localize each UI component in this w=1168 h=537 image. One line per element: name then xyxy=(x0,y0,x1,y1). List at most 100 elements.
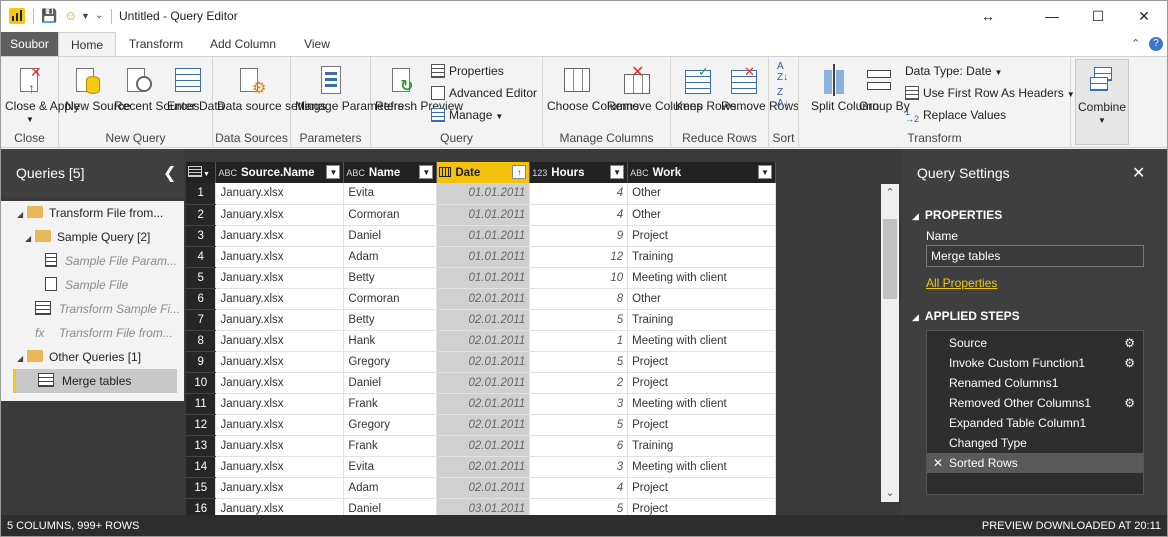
cell-name[interactable]: Betty xyxy=(343,309,438,331)
cell-date[interactable]: 02.01.2011 xyxy=(436,414,531,436)
step-source[interactable]: Source ⚙ xyxy=(927,333,1143,353)
cell-name[interactable]: Betty xyxy=(343,267,438,289)
query-group-other-queries[interactable]: ◢ Other Queries [1] xyxy=(17,345,141,369)
expand-triangle-icon[interactable]: ◢ xyxy=(17,203,27,227)
cell-work[interactable]: Training xyxy=(627,246,776,268)
delete-step-icon[interactable]: ✕ xyxy=(933,453,943,473)
cell-date[interactable]: 02.01.2011 xyxy=(436,435,531,457)
cell-source-name[interactable]: January.xlsx xyxy=(215,309,345,331)
row-number[interactable]: 9 xyxy=(186,351,217,373)
cell-name[interactable]: Frank xyxy=(343,435,438,457)
cell-name[interactable]: Daniel xyxy=(343,225,438,247)
save-icon[interactable]: 💾 xyxy=(41,8,57,24)
cell-source-name[interactable]: January.xlsx xyxy=(215,393,345,415)
cell-hours[interactable]: 4 xyxy=(529,477,629,499)
cell-hours[interactable]: 6 xyxy=(529,435,629,457)
cell-name[interactable]: Evita xyxy=(343,456,438,478)
combine-button[interactable]: Combine ▼ xyxy=(1078,62,1126,132)
row-number[interactable]: 4 xyxy=(186,246,217,268)
column-filter-icon[interactable]: ▼ xyxy=(758,165,772,179)
cell-date[interactable]: 01.01.2011 xyxy=(436,204,531,226)
cell-work[interactable]: Project xyxy=(627,351,776,373)
smiley-feedback-icon[interactable]: ☺ xyxy=(64,8,77,24)
cell-source-name[interactable]: January.xlsx xyxy=(215,414,345,436)
cell-work[interactable]: Project xyxy=(627,225,776,247)
cell-work[interactable]: Meeting with client xyxy=(627,393,776,415)
row-number[interactable]: 14 xyxy=(186,456,217,478)
tab-transform[interactable]: Transform xyxy=(119,32,193,56)
cell-name[interactable]: Adam xyxy=(343,477,438,499)
recent-sources-button[interactable]: Recent Sources xyxy=(114,61,199,131)
cell-work[interactable]: Meeting with client xyxy=(627,330,776,352)
cell-hours[interactable]: 5 xyxy=(529,498,629,515)
cell-work[interactable]: Other xyxy=(627,288,776,310)
table-row[interactable]: 11 January.xlsx Frank 02.01.2011 3 Meeting wi… xyxy=(186,393,776,415)
table-row[interactable]: 3 January.xlsx Daniel 01.01.2011 9 Project xyxy=(186,225,776,247)
smiley-dropdown-icon[interactable]: ▼ xyxy=(81,8,90,24)
advanced-editor-button[interactable]: Advanced Editor xyxy=(431,83,537,103)
scroll-up-icon[interactable]: ⌃ xyxy=(881,184,899,202)
row-number[interactable]: 6 xyxy=(186,288,217,310)
applied-steps-section[interactable]: ◢ APPLIED STEPS xyxy=(912,309,1020,323)
table-row[interactable]: 13 January.xlsx Frank 02.01.2011 6 Training xyxy=(186,435,776,457)
cell-source-name[interactable]: January.xlsx xyxy=(215,435,345,457)
customize-toolbar-icon[interactable]: ⌄ xyxy=(95,8,103,24)
cell-hours[interactable]: 4 xyxy=(529,183,629,205)
column-filter-icon[interactable]: ▼ xyxy=(610,165,625,179)
cell-work[interactable]: Meeting with client xyxy=(627,456,776,478)
cell-date[interactable]: 01.01.2011 xyxy=(436,225,531,247)
properties-section[interactable]: ◢ PROPERTIES xyxy=(912,208,1002,222)
sort-ascending-icon[interactable]: A Z↓ xyxy=(777,61,788,83)
cell-hours[interactable]: 3 xyxy=(529,456,629,478)
keep-rows-button[interactable]: ✓ Keep Rows xyxy=(675,61,736,131)
manage-button[interactable]: Manage ▼ xyxy=(431,105,503,125)
expand-triangle-icon[interactable]: ◢ xyxy=(17,347,27,371)
cell-name[interactable]: Daniel xyxy=(343,372,438,394)
properties-button[interactable]: Properties xyxy=(431,61,504,81)
query-transform-sample-file[interactable]: Transform Sample Fi... xyxy=(35,297,180,321)
manage-parameters-button[interactable]: Manage Parameters xyxy=(295,61,404,131)
cell-name[interactable]: Hank xyxy=(343,330,438,352)
gear-icon[interactable]: ⚙ xyxy=(1124,353,1135,373)
cell-source-name[interactable]: January.xlsx xyxy=(215,330,345,352)
choose-columns-button[interactable]: Choose Columns xyxy=(547,61,639,131)
table-row[interactable]: 10 January.xlsx Daniel 02.01.2011 2 Project xyxy=(186,372,776,394)
table-row[interactable]: 16 January.xlsx Daniel 03.01.2011 5 Project xyxy=(186,498,776,515)
vertical-scrollbar[interactable]: ⌃ ⌄ xyxy=(881,184,899,502)
cell-date[interactable]: 03.01.2011 xyxy=(436,498,531,515)
cell-source-name[interactable]: January.xlsx xyxy=(215,267,345,289)
gear-icon[interactable]: ⚙ xyxy=(1124,333,1135,353)
cell-hours[interactable]: 4 xyxy=(529,204,629,226)
query-sample-file-parameter[interactable]: Sample File Param... xyxy=(45,249,177,273)
column-filter-icon[interactable]: ▼ xyxy=(419,165,434,179)
query-sample-file[interactable]: Sample File xyxy=(45,273,128,297)
cell-work[interactable]: Training xyxy=(627,435,776,457)
cell-name[interactable]: Adam xyxy=(343,246,438,268)
cell-work[interactable]: Project xyxy=(627,498,776,515)
cell-date[interactable]: 02.01.2011 xyxy=(436,330,531,352)
close-settings-icon[interactable]: ✕ xyxy=(1132,163,1145,183)
cell-date[interactable]: 01.01.2011 xyxy=(436,183,531,205)
cell-name[interactable]: Cormoran xyxy=(343,288,438,310)
column-filter-icon[interactable]: ▼ xyxy=(326,165,341,179)
cell-date[interactable]: 02.01.2011 xyxy=(436,351,531,373)
table-row[interactable]: 8 January.xlsx Hank 02.01.2011 1 Meeting with… xyxy=(186,330,776,352)
row-number[interactable]: 12 xyxy=(186,414,217,436)
cell-date[interactable]: 02.01.2011 xyxy=(436,456,531,478)
all-properties-link[interactable]: All Properties xyxy=(926,276,997,290)
cell-hours[interactable]: 12 xyxy=(529,246,629,268)
cell-date[interactable]: 02.01.2011 xyxy=(436,372,531,394)
row-number[interactable]: 15 xyxy=(186,477,217,499)
row-number[interactable]: 11 xyxy=(186,393,217,415)
cell-hours[interactable]: 5 xyxy=(529,414,629,436)
gear-icon[interactable]: ⚙ xyxy=(1124,393,1135,413)
expand-triangle-icon[interactable]: ◢ xyxy=(25,227,35,251)
row-number[interactable]: 1 xyxy=(186,183,217,205)
table-row[interactable]: 4 January.xlsx Adam 01.01.2011 12 Training xyxy=(186,246,776,268)
column-header-hours[interactable]: 123 Hours ▼ xyxy=(529,162,629,183)
table-menu-button[interactable]: ▼ xyxy=(186,162,217,183)
table-row[interactable]: 2 January.xlsx Cormoran 01.01.2011 4 Other xyxy=(186,204,776,226)
cell-source-name[interactable]: January.xlsx xyxy=(215,477,345,499)
table-row[interactable]: 6 January.xlsx Cormoran 02.01.2011 8 Other xyxy=(186,288,776,310)
cell-work[interactable]: Other xyxy=(627,183,776,205)
